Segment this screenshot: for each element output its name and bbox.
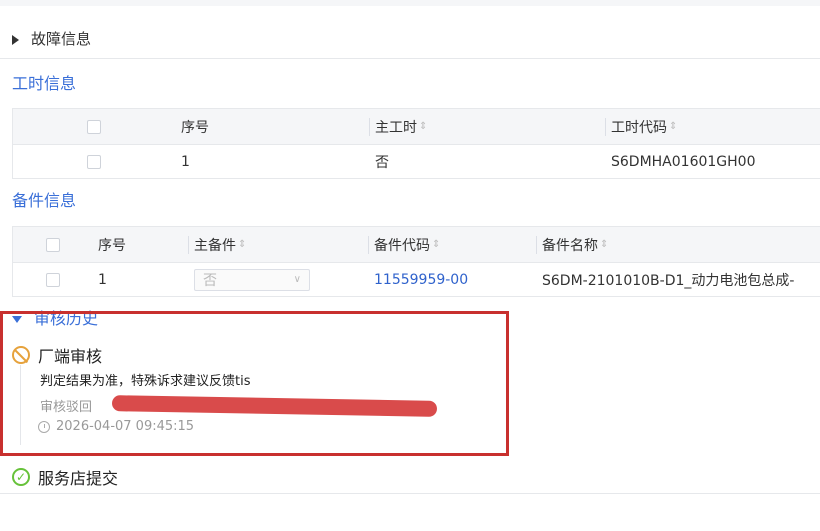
parts-table: 序号 主备件 ⇕ 备件代码 ⇕ 备件名称 ⇕ 1 否 ∨ 11559959-00 S6… [12, 226, 820, 297]
parts-col-code[interactable]: 备件代码 ⇕ [374, 227, 440, 262]
sort-icon[interactable]: ⇕ [600, 239, 608, 250]
chevron-down-icon: ∨ [293, 274, 301, 285]
labor-row-main: 否 [375, 154, 389, 171]
main-part-select-value: 否 [203, 272, 217, 289]
caret-right-icon [12, 34, 19, 45]
labor-col-index: 序号 [181, 119, 209, 136]
labor-row-index: 1 [181, 153, 190, 170]
sort-icon[interactable]: ⇕ [419, 121, 427, 132]
sort-icon[interactable]: ⇕ [238, 239, 246, 250]
labor-section-title: 工时信息 [12, 74, 77, 93]
fault-section-toggle[interactable]: 故障信息 [12, 28, 91, 49]
parts-table-header: 序号 主备件 ⇕ 备件代码 ⇕ 备件名称 ⇕ [13, 227, 820, 263]
table-row[interactable]: 1 否 S6DMHA01601GH00 [13, 145, 820, 178]
labor-col-code[interactable]: 工时代码 ⇕ [611, 109, 677, 144]
table-row[interactable]: 1 否 ∨ 11559959-00 S6DM-2101010B-D1_动力电池包… [13, 263, 820, 296]
check-circle-icon: ✓ [12, 468, 30, 486]
labor-col-main[interactable]: 主工时 ⇕ [375, 109, 427, 144]
parts-col-index: 序号 [98, 237, 126, 254]
history-item-store-submit: ✓ 服务店提交 [12, 465, 118, 489]
divider [0, 493, 820, 494]
top-strip [0, 0, 820, 6]
history-item-title: 服务店提交 [38, 469, 119, 488]
parts-section-title: 备件信息 [12, 191, 77, 210]
labor-row-code: S6DMHA01601GH00 [611, 153, 756, 170]
divider [0, 58, 820, 59]
labor-table: 序号 主工时 ⇕ 工时代码 ⇕ 1 否 S6DMHA01601GH00 [12, 108, 820, 179]
select-all-checkbox[interactable] [46, 237, 60, 252]
parts-col-main[interactable]: 主备件 ⇕ [194, 227, 246, 262]
sort-icon[interactable]: ⇕ [432, 239, 440, 250]
labor-table-header: 序号 主工时 ⇕ 工时代码 ⇕ [13, 109, 820, 145]
parts-row-index: 1 [98, 271, 107, 288]
select-all-checkbox[interactable] [87, 119, 101, 134]
fault-section-label: 故障信息 [31, 30, 92, 48]
main-part-select[interactable]: 否 ∨ [194, 268, 310, 291]
sort-icon[interactable]: ⇕ [669, 121, 677, 132]
part-code-link[interactable]: 11559959-00 [374, 263, 468, 296]
parts-col-name[interactable]: 备件名称 ⇕ [542, 227, 608, 262]
highlight-box [0, 311, 509, 456]
part-name: S6DM-2101010B-D1_动力电池包总成- [542, 272, 795, 289]
row-checkbox[interactable] [46, 272, 60, 287]
row-checkbox[interactable] [87, 154, 101, 169]
